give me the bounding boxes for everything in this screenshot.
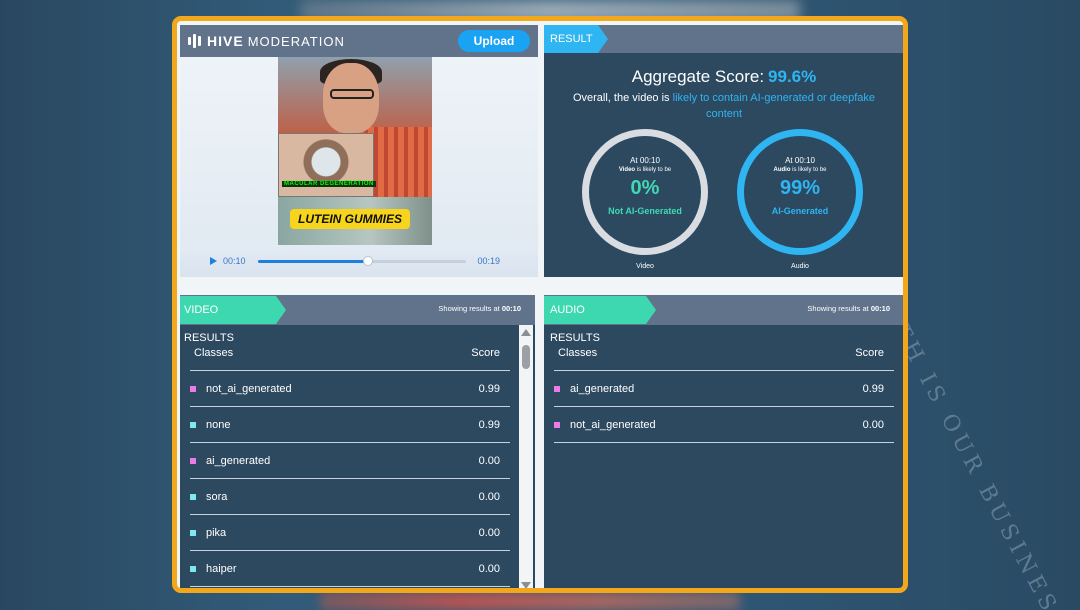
video-results-tag: VIDEO RESULTS bbox=[180, 296, 286, 344]
table-row: haiper 0.00 bbox=[190, 551, 510, 587]
hive-logo-icon bbox=[188, 34, 201, 48]
class-name: not_ai_generated bbox=[570, 418, 656, 431]
duration-time: 00:19 bbox=[477, 256, 501, 266]
overall-prefix: Overall, the video is bbox=[572, 92, 670, 104]
class-score: 0.00 bbox=[478, 562, 500, 575]
class-name: haiper bbox=[206, 562, 237, 575]
class-score: 0.99 bbox=[478, 382, 500, 395]
class-score: 0.99 bbox=[478, 418, 500, 431]
class-color-marker bbox=[190, 421, 196, 428]
class-color-marker bbox=[190, 529, 196, 536]
video-gauge-caption: Video bbox=[636, 263, 654, 270]
class-name: not_ai_generated bbox=[206, 382, 292, 395]
video-overlay-caption: MACULAR DEGENERATION bbox=[282, 181, 376, 187]
table-row: ai_generated 0.99 bbox=[554, 371, 894, 407]
scroll-up-icon[interactable] bbox=[521, 329, 531, 336]
class-color-marker bbox=[190, 385, 196, 392]
brand-name-light: MODERATION bbox=[247, 33, 345, 49]
class-name: none bbox=[206, 418, 231, 431]
audio-gauge-time: At 00:10 bbox=[785, 156, 815, 165]
video-results-table: Classes Score not_ai_generated 0.99 none 0.… bbox=[190, 335, 510, 587]
class-color-marker bbox=[554, 385, 560, 392]
audio-results-table: Classes Score ai_generated 0.99 not_ai_gen… bbox=[554, 335, 894, 443]
eye-closeup-image bbox=[278, 133, 374, 197]
video-thumbnail[interactable]: MACULAR DEGENERATION LUTEIN GUMMIES bbox=[278, 57, 432, 247]
audio-gauge-caption: Audio bbox=[791, 263, 809, 270]
class-name: sora bbox=[206, 490, 228, 503]
overall-highlight: likely to contain AI-generated or deepfa… bbox=[672, 92, 876, 120]
app-frame: HIVE MODERATION Upload MACULAR DEGENERAT… bbox=[172, 16, 908, 593]
video-banner-text: LUTEIN GUMMIES bbox=[290, 209, 410, 229]
progress-fill bbox=[257, 259, 368, 263]
progress-handle[interactable] bbox=[362, 255, 373, 266]
class-name: pika bbox=[206, 526, 227, 539]
video-area: MACULAR DEGENERATION LUTEIN GUMMIES bbox=[180, 57, 538, 247]
upload-button[interactable]: Upload bbox=[458, 30, 530, 52]
class-color-marker bbox=[190, 457, 196, 464]
table-row: not_ai_generated 0.00 bbox=[554, 407, 894, 443]
playback-controls: 00:10 00:19 bbox=[180, 245, 538, 277]
audio-gauge: At 00:10 Audio is likely to be 99% AI-Ge… bbox=[737, 129, 863, 255]
aggregate-value: 99.6% bbox=[768, 67, 817, 86]
audio-gauge-verdict: AI-Generated bbox=[771, 206, 829, 216]
classes-column-header: Classes bbox=[194, 346, 234, 359]
current-time: 00:10 bbox=[223, 256, 246, 266]
audio-table-header: Classes Score bbox=[554, 335, 894, 371]
video-results-panel: VIDEO RESULTS Showing results at 00:10 C… bbox=[180, 295, 535, 588]
table-row: none 0.99 bbox=[190, 407, 510, 443]
class-score: 0.99 bbox=[862, 382, 884, 395]
score-column-header: Score bbox=[855, 346, 884, 359]
video-results-scrollbar[interactable] bbox=[519, 325, 533, 588]
class-score: 0.00 bbox=[862, 418, 884, 431]
class-name: ai_generated bbox=[570, 382, 635, 395]
audio-showing-results: Showing results at 00:10 bbox=[807, 304, 890, 313]
video-gauge-likely: Video is likely to be bbox=[618, 167, 672, 173]
audio-gauge-percent: 99% bbox=[779, 177, 821, 199]
watermark-text: TH IS OUR BUSINESS bbox=[880, 300, 1080, 610]
video-gauge-time: At 00:10 bbox=[630, 156, 660, 165]
scroll-thumb[interactable] bbox=[522, 345, 530, 369]
result-panel: RESULT Aggregate Score: 99.6% Overall, th… bbox=[544, 25, 903, 277]
class-score: 0.00 bbox=[478, 526, 500, 539]
play-icon[interactable] bbox=[210, 257, 217, 265]
class-name: ai_generated bbox=[206, 454, 271, 467]
score-column-header: Score bbox=[471, 346, 500, 359]
classes-column-header: Classes bbox=[558, 346, 598, 359]
video-gauge-percent: 0% bbox=[630, 177, 660, 199]
progress-track[interactable] bbox=[257, 255, 466, 266]
audio-gauge-likely: Audio is likely to be bbox=[773, 167, 827, 173]
class-color-marker bbox=[190, 565, 196, 572]
brand-name-bold: HIVE bbox=[207, 33, 244, 49]
video-showing-results: Showing results at 00:10 bbox=[438, 304, 521, 313]
class-score: 0.00 bbox=[478, 454, 500, 467]
background-blur-bottom bbox=[320, 592, 740, 610]
table-row: ai_generated 0.00 bbox=[190, 443, 510, 479]
class-score: 0.00 bbox=[478, 490, 500, 503]
overall-summary: Overall, the video is likely to contain … bbox=[554, 90, 894, 122]
brand-logo: HIVE MODERATION bbox=[188, 33, 345, 49]
video-table-header: Classes Score bbox=[190, 335, 510, 371]
watermark-label: TH IS OUR BUSINESS bbox=[887, 320, 1073, 610]
audio-results-panel: AUDIO RESULTS Showing results at 00:10 C… bbox=[544, 295, 903, 588]
player-panel: HIVE MODERATION Upload MACULAR DEGENERAT… bbox=[180, 25, 538, 277]
class-color-marker bbox=[190, 493, 196, 500]
class-color-marker bbox=[554, 421, 560, 428]
scroll-down-icon[interactable] bbox=[521, 582, 531, 588]
table-row: pika 0.00 bbox=[190, 515, 510, 551]
table-row: sora 0.00 bbox=[190, 479, 510, 515]
video-gauge: At 00:10 Video is likely to be 0% Not AI… bbox=[582, 129, 708, 255]
aggregate-score: Aggregate Score: 99.6% bbox=[544, 67, 903, 87]
result-tag: RESULT bbox=[544, 25, 608, 53]
aggregate-label: Aggregate Score: bbox=[631, 67, 765, 86]
video-gauge-verdict: Not AI-Generated bbox=[608, 206, 682, 216]
player-header: HIVE MODERATION Upload bbox=[180, 25, 538, 57]
audio-results-tag: AUDIO RESULTS bbox=[544, 296, 656, 344]
table-row: not_ai_generated 0.99 bbox=[190, 371, 510, 407]
